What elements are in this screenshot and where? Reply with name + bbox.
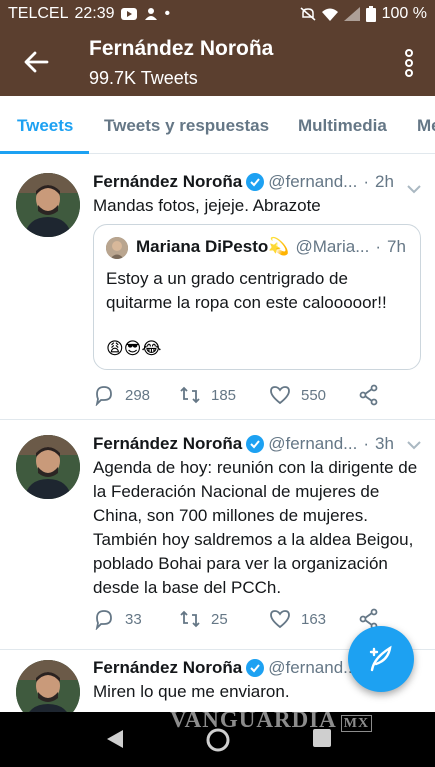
heart-icon <box>270 610 290 629</box>
author-handle[interactable]: @fernand... <box>268 658 357 678</box>
avatar[interactable] <box>16 435 80 499</box>
avatar[interactable] <box>16 173 80 237</box>
author-handle[interactable]: @fernand... <box>268 172 357 192</box>
clock: 22:39 <box>74 5 115 22</box>
quoted-tweet-time: 7h <box>387 237 406 256</box>
tweet-text: Agenda de hoy: reunión con la dirigente … <box>93 458 418 597</box>
like-count: 550 <box>301 386 327 404</box>
chevron-down-icon[interactable] <box>407 440 421 450</box>
tweet-item[interactable]: Fernández Noroña @fernand... · 2h Mandas… <box>0 158 435 420</box>
tweet-item[interactable]: Fernández Noroña @fernand... · 3h Agenda… <box>0 420 435 650</box>
retweet-button[interactable]: 185 <box>179 384 236 406</box>
reply-icon <box>95 610 112 630</box>
retweet-icon <box>180 386 200 404</box>
quoted-tweet[interactable]: Mariana DiPesto 💫 @Maria... · 7h Estoy a… <box>93 224 421 370</box>
like-button[interactable]: 550 <box>269 384 326 406</box>
battery-level: 100 % <box>381 5 427 22</box>
profile-header: Fernández Noroña 99.7K Tweets <box>0 28 435 96</box>
tweet-header: Fernández Noroña @fernand... · 3h <box>93 434 394 454</box>
tab-likes[interactable]: Me <box>417 116 435 136</box>
tab-tweets-and-replies[interactable]: Tweets y respuestas <box>104 116 269 136</box>
avatar <box>106 237 128 259</box>
tweet-time: 3h <box>375 434 394 453</box>
more-options-button[interactable] <box>403 48 415 78</box>
author-handle[interactable]: @fernand... <box>268 434 357 454</box>
nav-back-button[interactable] <box>105 728 125 750</box>
author-name[interactable]: Fernández Noroña <box>93 172 242 192</box>
status-bar: TELCEL 22:39 • 100 % <box>0 0 435 28</box>
like-count: 163 <box>301 610 327 628</box>
back-button[interactable] <box>22 48 50 76</box>
tweet-actions: 298 185 550 <box>93 384 393 408</box>
retweet-count: 25 <box>211 610 228 628</box>
youtube-notification-icon <box>120 8 137 20</box>
share-icon <box>359 384 378 406</box>
verified-badge-icon <box>246 659 265 677</box>
quoted-tweet-emoji: 😩😎😂 <box>106 339 162 358</box>
verified-badge-icon <box>246 435 265 453</box>
signal-icon <box>343 7 360 21</box>
quoted-author-name: Mariana DiPesto <box>136 237 269 256</box>
reply-count: 33 <box>125 610 142 628</box>
quoted-tweet-text: Estoy a un grado centrigrado de quitarme… <box>106 269 387 312</box>
reply-count: 298 <box>125 386 151 404</box>
separator-dot: · <box>363 434 370 453</box>
tab-tweets[interactable]: Tweets <box>17 116 73 136</box>
notification-dot: • <box>164 5 171 22</box>
author-name[interactable]: Fernández Noroña <box>93 434 242 454</box>
battery-icon <box>365 6 376 22</box>
tab-media[interactable]: Multimedia <box>298 116 387 136</box>
reply-icon <box>95 386 112 406</box>
carrier-label: TELCEL <box>8 5 69 22</box>
tweet-text: Mandas fotos, jejeje. Abrazote <box>93 196 321 215</box>
tweet-time: 2h <box>375 172 394 191</box>
sparkle-emoji: 💫 <box>268 237 290 256</box>
share-button[interactable] <box>358 384 380 406</box>
separator-dot: · <box>363 172 370 191</box>
tweet-count: 99.7K Tweets <box>89 68 198 88</box>
verified-badge-icon <box>246 173 265 191</box>
compose-tweet-button[interactable] <box>348 626 414 692</box>
tweet-header: Fernández Noroña @fernand... <box>93 658 357 678</box>
reply-button[interactable]: 33 <box>93 608 142 630</box>
mute-icon <box>300 7 316 21</box>
retweet-button[interactable]: 25 <box>179 608 228 630</box>
watermark: VANGUARDIA MX <box>170 707 373 733</box>
retweet-count: 185 <box>211 386 237 404</box>
quoted-tweet-header: Mariana DiPesto 💫 @Maria... · 7h <box>136 237 406 257</box>
active-tab-indicator <box>0 151 89 154</box>
compose-tweet-icon <box>369 645 392 672</box>
reply-button[interactable]: 298 <box>93 384 150 406</box>
tweet-actions: 33 25 163 <box>93 608 393 632</box>
twitter-profile-screen: TELCEL 22:39 • 100 % Fernández Noroña 99… <box>0 0 435 767</box>
tweet-header: Fernández Noroña @fernand... · 2h <box>93 172 394 192</box>
chevron-down-icon[interactable] <box>407 184 421 194</box>
retweet-icon <box>180 610 200 628</box>
wifi-icon <box>321 8 338 21</box>
watermark-suffix: MX <box>340 715 373 732</box>
separator-dot: · <box>375 237 382 256</box>
watermark-text: VANGUARDIA <box>170 707 337 732</box>
profile-name-title: Fernández Noroña <box>89 37 274 60</box>
quoted-author-handle: @Maria... <box>295 237 370 256</box>
author-name[interactable]: Fernández Noroña <box>93 658 242 678</box>
app-notification-icon <box>144 8 157 20</box>
like-button[interactable]: 163 <box>269 608 326 630</box>
profile-tabs: Tweets Tweets y respuestas Multimedia Me <box>0 96 435 154</box>
heart-icon <box>270 386 290 405</box>
